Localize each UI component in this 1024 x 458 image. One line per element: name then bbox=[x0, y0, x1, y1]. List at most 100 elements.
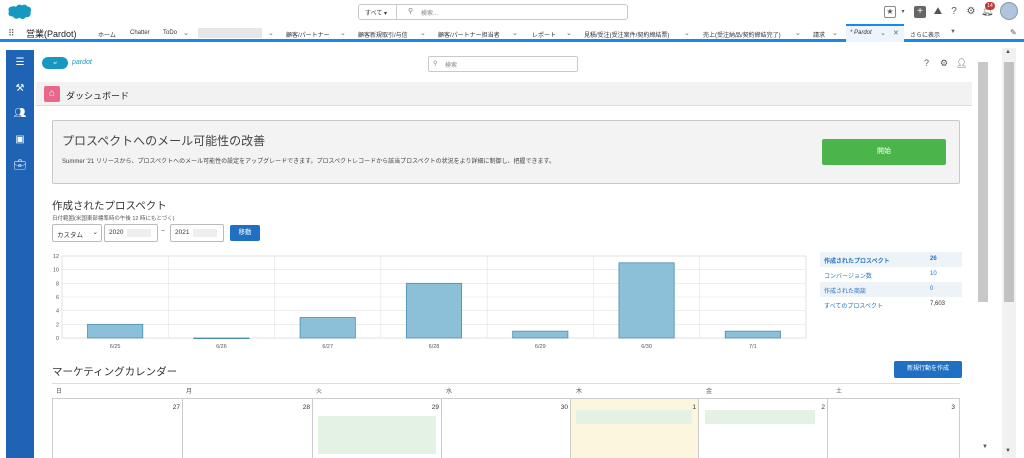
x-tick-label: 7/1 bbox=[749, 344, 757, 350]
stat-label[interactable]: 作成されたプロスペクト bbox=[824, 256, 890, 265]
inner-scroll-down-arrow-icon[interactable]: ▼ bbox=[982, 444, 988, 450]
stat-label[interactable]: コンバージョン数 bbox=[824, 271, 872, 280]
stat-row: 作成された商談 0 bbox=[820, 282, 962, 297]
weekday-tue: 火 bbox=[316, 389, 323, 395]
nav-item-billing[interactable]: 請求 bbox=[813, 30, 825, 39]
user-avatar[interactable] bbox=[1000, 2, 1018, 20]
user-icon[interactable]: 👤︎ bbox=[956, 58, 967, 69]
calendar-date: 28 bbox=[302, 404, 310, 411]
chevron-down-icon[interactable]: ⌄ bbox=[832, 29, 838, 37]
calendar-date: 29 bbox=[431, 404, 439, 411]
tab-pardot-label: * Pardot bbox=[850, 30, 872, 36]
help-icon[interactable]: ? bbox=[924, 58, 929, 68]
scroll-up-arrow-icon[interactable]: ▲ bbox=[1005, 49, 1011, 55]
help-icon[interactable]: ? bbox=[948, 6, 960, 18]
stat-value[interactable]: 10 bbox=[930, 271, 937, 277]
nav-item-accounts[interactable]: 顧客/パートナー bbox=[286, 30, 330, 39]
inner-scrollbar[interactable] bbox=[978, 62, 988, 302]
start-button[interactable]: 開始 bbox=[822, 139, 946, 165]
stat-value[interactable]: 0 bbox=[930, 286, 933, 292]
scroll-down-arrow-icon[interactable]: ▼ bbox=[1005, 448, 1011, 454]
menu-icon[interactable]: ☰ bbox=[6, 57, 34, 68]
chart-bar[interactable] bbox=[618, 262, 675, 339]
pardot-search-input[interactable]: ⚲ 検索 bbox=[428, 56, 578, 72]
settings-gear-icon[interactable]: ⚙ bbox=[940, 58, 948, 69]
notice-title: プロスペクトへのメール可能性の改善 bbox=[62, 134, 266, 148]
calendar-event-redacted[interactable] bbox=[318, 416, 436, 454]
x-tick-label: 6/30 bbox=[641, 344, 652, 350]
notice-text: Summer '21 リリースから、プロスペクトへのメール可能性の設定をアップグ… bbox=[62, 159, 555, 165]
nav-item-sales[interactable]: 売上(受注納品/契約締結完了) bbox=[703, 30, 781, 39]
prospects-bar-chart: 0 2 4 6 8 10 12 6/25 6/26 6/27 6/28 6/29 6/30 7/1 bbox=[53, 254, 807, 350]
calendar-event-redacted[interactable] bbox=[576, 410, 692, 424]
chevron-down-icon[interactable]: ⌄ bbox=[566, 29, 572, 37]
calendar-date: 3 bbox=[951, 404, 955, 411]
calendar-event-redacted[interactable] bbox=[705, 410, 815, 424]
stat-row: すべてのプロスペクト 7,603 bbox=[820, 297, 962, 312]
close-icon[interactable]: ✕ bbox=[893, 29, 899, 37]
y-tick-label: 10 bbox=[53, 268, 59, 274]
nav-item-chatter[interactable]: Chatter bbox=[130, 30, 150, 36]
nav-item-todo[interactable]: ToDo bbox=[163, 30, 177, 36]
search-scope-select[interactable]: すべて ▾ bbox=[359, 5, 397, 19]
move-button[interactable]: 移動 bbox=[230, 225, 260, 241]
chevron-down-icon[interactable]: ⌄ bbox=[183, 29, 189, 37]
salesforce-logo[interactable] bbox=[6, 3, 32, 21]
trailhead-icon[interactable]: ⛰ bbox=[932, 6, 944, 18]
nav-item-home[interactable]: ホーム bbox=[98, 30, 116, 39]
prospect-stats-table: 作成されたプロスペクト 26 コンバージョン数 10 作成された商談 0 すべて… bbox=[820, 252, 962, 312]
caret-down-icon[interactable]: ▼ bbox=[950, 29, 956, 35]
nav-item-reports[interactable]: レポート bbox=[532, 30, 556, 39]
setup-gear-icon[interactable]: ⚙ bbox=[965, 6, 977, 18]
chevron-down-icon[interactable]: ⌄ bbox=[795, 29, 801, 37]
pardot-logo[interactable]: sf salesforce pardot pardot bbox=[42, 56, 102, 70]
admin-briefcase-icon[interactable]: 💼︎ bbox=[6, 160, 34, 171]
app-name: 営業(Pardot) bbox=[26, 29, 77, 39]
stat-label[interactable]: すべてのプロスペクト bbox=[824, 301, 883, 310]
chevron-down-icon[interactable]: ⌄ bbox=[880, 29, 886, 37]
chart-bar[interactable] bbox=[512, 330, 569, 339]
nav-item-credit[interactable]: 顧客新規取引/与信 bbox=[358, 30, 408, 39]
prospects-people-icon[interactable]: 👥︎ bbox=[6, 108, 34, 119]
nav-item-quotes[interactable]: 見積/受注(受注案件/契約締結票) bbox=[584, 30, 669, 39]
y-tick-label: 0 bbox=[56, 336, 59, 342]
prospects-section-title: 作成されたプロスペクト bbox=[52, 200, 167, 212]
to-date-input[interactable]: 2021 bbox=[170, 224, 224, 242]
stat-row: 作成されたプロスペクト 26 bbox=[820, 252, 962, 267]
chevron-down-icon[interactable]: ⌄ bbox=[420, 29, 426, 37]
chevron-down-icon[interactable]: ⌄ bbox=[512, 29, 518, 37]
weekday-sat: 土 bbox=[836, 389, 843, 395]
dashboard-title-bar bbox=[36, 82, 972, 106]
date-range-note: 日付範囲(米国東部標準時の午後 12 時にもとづく) bbox=[52, 216, 175, 222]
chart-bar[interactable] bbox=[299, 317, 356, 339]
x-tick-label: 6/28 bbox=[429, 344, 440, 350]
date-range-select[interactable]: カスタム ⌄ bbox=[52, 224, 102, 242]
stat-value[interactable]: 26 bbox=[930, 256, 937, 262]
add-icon[interactable]: + bbox=[914, 6, 926, 18]
reports-chart-icon[interactable]: ▣ bbox=[6, 134, 34, 145]
x-tick-label: 6/27 bbox=[322, 344, 333, 350]
chart-bar[interactable] bbox=[405, 282, 463, 339]
chevron-down-icon[interactable]: ⌄ bbox=[340, 29, 346, 37]
range-separator: ~ bbox=[161, 228, 166, 235]
weekday-wed: 水 bbox=[446, 389, 453, 395]
app-launcher-icon[interactable]: ⠿ bbox=[8, 28, 15, 39]
edit-nav-pencil-icon[interactable]: ✎ bbox=[1010, 28, 1017, 37]
favorites-star-icon[interactable]: ★ bbox=[884, 6, 896, 18]
favorites-dropdown-icon[interactable]: ▾ bbox=[897, 6, 909, 18]
search-input[interactable]: 検索... bbox=[421, 8, 438, 17]
chart-bar[interactable] bbox=[87, 323, 144, 339]
new-event-button[interactable]: 新規行動を作成 bbox=[894, 361, 962, 378]
chart-bar[interactable] bbox=[193, 337, 250, 340]
nav-item-contacts[interactable]: 顧客/パートナー担当者 bbox=[438, 30, 500, 39]
nav-item-redacted[interactable] bbox=[198, 28, 262, 38]
global-search[interactable]: すべて ▾ ⚲ 検索... bbox=[358, 4, 628, 20]
stat-label[interactable]: 作成された商談 bbox=[824, 286, 866, 295]
marketing-wand-icon[interactable]: ⚒ bbox=[6, 83, 34, 94]
chart-bar[interactable] bbox=[724, 330, 781, 339]
chevron-down-icon[interactable]: ⌄ bbox=[684, 29, 690, 37]
nav-more[interactable]: さらに表示 bbox=[910, 30, 940, 39]
from-date-input[interactable]: 2020 bbox=[104, 224, 158, 242]
chevron-down-icon[interactable]: ⌄ bbox=[268, 29, 274, 37]
scrollbar-thumb[interactable] bbox=[1004, 62, 1014, 302]
